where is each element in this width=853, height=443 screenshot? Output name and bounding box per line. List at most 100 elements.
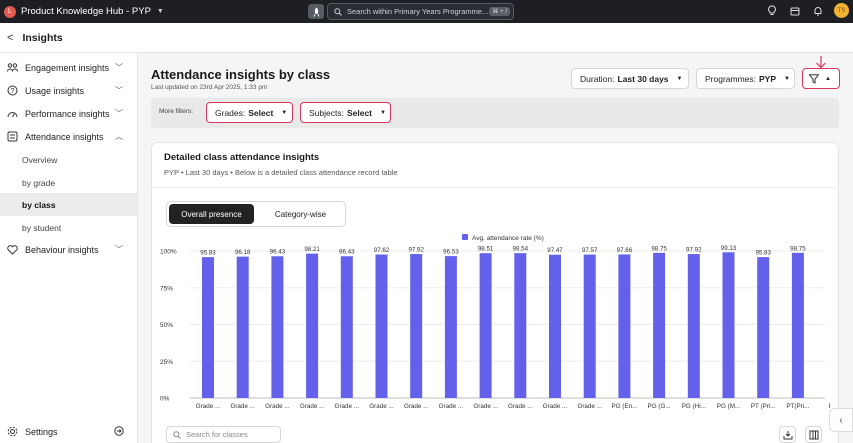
global-search-input[interactable]: Search within Primary Years Programme...…: [327, 3, 514, 20]
class-search-input[interactable]: Search for classes: [166, 426, 281, 443]
sidebar-item-label: Usage insights: [25, 85, 85, 96]
back-icon[interactable]: <: [7, 32, 13, 44]
chevron-down-icon: ﹀: [115, 109, 123, 118]
gear-icon: [6, 426, 18, 437]
x-tick-label: Grade ...: [230, 403, 255, 410]
y-tick-label: 0%: [160, 396, 170, 403]
data-label: 95.83: [755, 250, 771, 257]
chevron-up-icon: ︿: [115, 132, 123, 141]
bar: [791, 252, 804, 398]
data-label: 97.47: [547, 247, 563, 254]
more-filters-label: More filters:: [159, 108, 193, 115]
data-label: 96.53: [443, 249, 459, 256]
caret-down-icon: ▼: [380, 109, 386, 116]
rocket-icon[interactable]: [308, 4, 324, 19]
subjects-value: Select: [346, 107, 373, 118]
data-label: 97.92: [686, 247, 702, 254]
data-label: 98.75: [651, 245, 667, 252]
bar: [653, 252, 666, 398]
programmes-label: Programmes:: [705, 73, 757, 84]
data-label: 98.51: [478, 246, 494, 253]
data-label: 97.62: [374, 247, 390, 254]
page-header: < Insights: [0, 23, 853, 53]
usage-icon: ?: [6, 85, 18, 96]
download-button[interactable]: [779, 426, 796, 443]
x-tick-label: Grade ...: [577, 403, 602, 410]
data-label: 97.57: [582, 247, 598, 254]
app-title[interactable]: Product Knowledge Hub - PYP: [21, 6, 151, 17]
caret-down-icon: ▼: [281, 109, 288, 116]
filter-toggle-button[interactable]: ▲: [802, 68, 840, 89]
data-label: 98.21: [304, 246, 320, 253]
duration-label: Duration:: [580, 73, 615, 84]
search-shortcut: ⌘ + /: [489, 7, 510, 16]
search-icon: [334, 7, 342, 16]
y-tick-label: 50%: [160, 322, 173, 329]
sidebar-sub-by-student[interactable]: by student: [0, 216, 137, 239]
bar: [722, 252, 735, 398]
x-tick-label: Grade ...: [473, 403, 498, 410]
columns-button[interactable]: [805, 426, 822, 443]
data-label: 97.66: [617, 247, 633, 254]
sidebar-item-engagement[interactable]: Engagement insights ﹀: [0, 56, 137, 79]
tab-overall-presence[interactable]: Overall presence: [169, 204, 254, 224]
data-label: 95.83: [200, 250, 216, 257]
x-tick-label: Grade ...: [404, 403, 429, 410]
bar: [514, 253, 527, 398]
data-label: 96.43: [270, 249, 286, 256]
bar: [444, 256, 457, 398]
x-tick-label: Grade ...: [335, 403, 360, 410]
logout-icon[interactable]: [114, 425, 124, 438]
bar: [479, 253, 492, 398]
filter-icon: [809, 73, 819, 84]
lightbulb-icon[interactable]: [765, 4, 779, 18]
card-title: Detailed class attendance insights: [164, 152, 320, 163]
sidebar-item-attendance[interactable]: Attendance insights ︿: [0, 125, 137, 148]
sidebar-sub-by-grade[interactable]: by grade: [0, 171, 137, 194]
section-title: Attendance insights by class: [151, 67, 331, 82]
bar: [618, 254, 631, 398]
y-tick-label: 100%: [160, 249, 177, 256]
bar: [236, 256, 249, 398]
legend-swatch: [462, 234, 468, 240]
duration-dropdown[interactable]: Duration: Last 30 days ▼: [571, 68, 689, 89]
sidebar-item-behaviour[interactable]: Behaviour insights ﹀: [0, 238, 137, 261]
x-tick-label: Grade ...: [369, 403, 394, 410]
programmes-value: PYP: [759, 73, 777, 84]
programmes-dropdown[interactable]: Programmes: PYP ▼: [696, 68, 795, 89]
data-label: 96.18: [235, 249, 251, 256]
sidebar-item-performance[interactable]: Performance insights ﹀: [0, 102, 137, 125]
chevron-down-icon[interactable]: ▼: [157, 8, 164, 15]
bell-icon[interactable]: [811, 4, 825, 18]
arrow-down-icon: [816, 56, 826, 69]
divider: [151, 187, 839, 188]
data-label: 98.75: [790, 245, 806, 252]
x-tick-label: PG (G...: [648, 403, 671, 410]
svg-text:?: ?: [10, 88, 14, 95]
x-tick-label: PG (En...: [611, 403, 637, 410]
subjects-filter-dropdown[interactable]: Subjects: Select ▼: [300, 102, 391, 123]
sidebar-item-settings[interactable]: Settings: [0, 420, 137, 443]
app-logo: L: [4, 5, 16, 18]
data-label: 97.92: [408, 247, 424, 254]
performance-icon: [6, 110, 18, 118]
sidebar-sub-by-class[interactable]: by class: [0, 193, 137, 216]
chevron-left-icon: ‹: [839, 414, 843, 426]
sidebar-item-usage[interactable]: ? Usage insights ﹀: [0, 79, 137, 102]
attendance-bar-chart: Avg. attendance rate (%) 100% 75% 50% 25% 0% 9…: [160, 234, 830, 410]
collapse-panel-button[interactable]: ‹: [829, 408, 853, 432]
tab-category-wise[interactable]: Category-wise: [258, 204, 343, 224]
bar: [375, 254, 388, 398]
sidebar-sub-overview[interactable]: Overview: [0, 148, 137, 171]
class-search-placeholder: Search for classes: [186, 430, 248, 439]
calendar-icon[interactable]: [788, 4, 802, 18]
x-tick-label: Grade ...: [265, 403, 290, 410]
caret-down-icon: ▼: [784, 75, 790, 82]
download-icon: [783, 430, 792, 439]
avatar[interactable]: TS: [834, 3, 849, 18]
data-label: 96.43: [339, 249, 355, 256]
grades-filter-dropdown[interactable]: Grades: Select ▼: [206, 102, 293, 123]
data-label: 98.54: [513, 246, 529, 253]
bar: [687, 254, 700, 398]
x-tick-label: Grade ...: [300, 403, 325, 410]
